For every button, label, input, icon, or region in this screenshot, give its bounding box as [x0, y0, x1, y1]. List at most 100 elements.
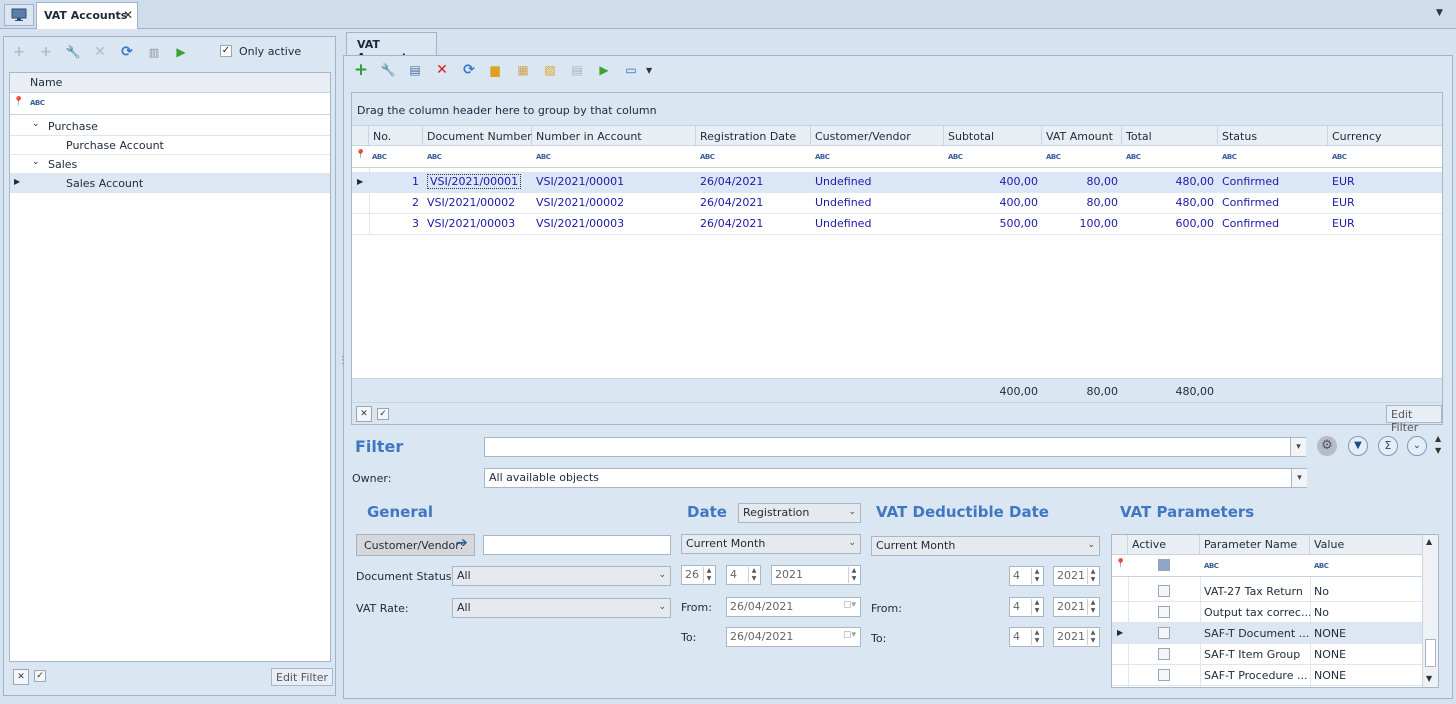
- funnel-icon[interactable]: ▼: [1348, 436, 1368, 456]
- column-header[interactable]: Customer/Vendor: [815, 130, 911, 143]
- column-header[interactable]: VAT Amount: [1046, 130, 1113, 143]
- table-row[interactable]: SAF-T Procedure ... NONE: [1112, 665, 1422, 686]
- window-tab[interactable]: VAT Accounts ✕: [36, 2, 138, 29]
- vat-deductible-period-select[interactable]: Current Month ⌄: [871, 536, 1100, 556]
- vat-deductible-month-spinner[interactable]: 4 ▲ ▼: [1009, 566, 1044, 586]
- vat-params-scrollbar[interactable]: ▲ ▼: [1422, 535, 1438, 687]
- chevron-down-icon[interactable]: ▼: [1436, 8, 1443, 18]
- only-active-checkbox[interactable]: ✓: [220, 45, 232, 57]
- clear-filter-icon[interactable]: ✕: [13, 669, 29, 685]
- export-icon[interactable]: ▭: [622, 61, 640, 79]
- date-day-spinner[interactable]: 26 ▲ ▼: [681, 565, 716, 585]
- main-tab[interactable]: VAT Accounts: [346, 32, 437, 64]
- customer-vendor-input[interactable]: [483, 535, 671, 555]
- spinner-arrows-icon[interactable]: ▲ ▼: [1031, 629, 1042, 645]
- close-icon[interactable]: ✕: [123, 8, 133, 22]
- spinner-arrows-icon[interactable]: ▲ ▼: [1031, 568, 1042, 584]
- column-header[interactable]: Active: [1132, 538, 1166, 551]
- spinner-arrows-icon[interactable]: ▲ ▼: [703, 567, 714, 583]
- spinner-arrows-icon[interactable]: ▲ ▼: [1087, 568, 1098, 584]
- print-icon[interactable]: ▤: [568, 61, 586, 79]
- scroll-up-icon[interactable]: ▲: [1435, 434, 1441, 443]
- table-row[interactable]: 2 VSI/2021/00002 VSI/2021/00002 26/04/20…: [352, 193, 1442, 214]
- tree-row-purchase-account[interactable]: Purchase Account: [10, 136, 330, 155]
- edit-filter-button[interactable]: Edit Filter: [271, 668, 334, 686]
- open-icon[interactable]: ▤: [406, 61, 424, 79]
- table-row[interactable]: SAF-T Item Group NONE: [1112, 644, 1422, 665]
- monitor-icon[interactable]: [4, 4, 34, 26]
- chevron-down-icon[interactable]: ▼: [646, 66, 652, 75]
- column-header[interactable]: Subtotal: [948, 130, 994, 143]
- collapse-icon[interactable]: ⌄: [1407, 436, 1427, 456]
- spinner-arrows-icon[interactable]: ▲ ▼: [1031, 599, 1042, 615]
- spinner-arrows-icon[interactable]: ▲ ▼: [848, 567, 859, 583]
- apply-filter-icon[interactable]: ✓: [377, 408, 389, 420]
- document-status-select[interactable]: All ⌄: [452, 566, 671, 586]
- apply-filter-icon[interactable]: ✓: [34, 670, 46, 682]
- tree-row-sales-account[interactable]: ▶ Sales Account: [10, 174, 330, 193]
- expand-icon[interactable]: ⌄: [32, 157, 40, 167]
- table-row[interactable]: Output tax correc... No: [1112, 602, 1422, 623]
- active-checkbox[interactable]: [1158, 627, 1170, 639]
- edit-icon[interactable]: 🔧: [379, 61, 397, 79]
- column-header[interactable]: Value: [1314, 538, 1344, 551]
- date-from-picker[interactable]: 26/04/2021 ▢▾: [726, 597, 861, 617]
- run-icon[interactable]: ▶: [172, 43, 190, 61]
- column-header[interactable]: Status: [1222, 130, 1257, 143]
- spinner-arrows-icon[interactable]: ▲ ▼: [1087, 599, 1098, 615]
- refresh-icon[interactable]: ⟳: [460, 61, 478, 79]
- owner-select[interactable]: All available objects ▾: [484, 468, 1307, 488]
- vat-deductible-to-month[interactable]: 4 ▲ ▼: [1009, 627, 1044, 647]
- active-checkbox[interactable]: [1158, 669, 1170, 681]
- column-header[interactable]: Currency: [1332, 130, 1382, 143]
- table-row[interactable]: ▶ SAF-T Document ... NONE: [1112, 623, 1422, 644]
- tree-filter-row[interactable]: 📍 ABC: [10, 93, 330, 115]
- column-header[interactable]: Total: [1126, 130, 1152, 143]
- column-header[interactable]: Parameter Name: [1204, 538, 1297, 551]
- table-row[interactable]: VAT-27 Tax Return No: [1112, 581, 1422, 602]
- add-icon[interactable]: +: [352, 60, 370, 80]
- active-checkbox[interactable]: [1158, 648, 1170, 660]
- run-icon[interactable]: ▶: [595, 61, 613, 79]
- column-header[interactable]: Document Number: [427, 130, 532, 143]
- tree-row-purchase[interactable]: ⌄ Purchase: [10, 117, 330, 136]
- active-checkbox[interactable]: [1158, 606, 1170, 618]
- spinner-arrows-icon[interactable]: ▲ ▼: [1087, 629, 1098, 645]
- chevron-down-icon[interactable]: ▾: [1291, 469, 1307, 487]
- add-child-icon[interactable]: +: [37, 43, 55, 61]
- vat-deductible-year-spinner[interactable]: 2021 ▲ ▼: [1053, 566, 1100, 586]
- group-by-panel[interactable]: Drag the column header here to group by …: [352, 93, 1442, 126]
- vat-deductible-from-year[interactable]: 2021 ▲ ▼: [1053, 597, 1100, 617]
- delete-icon[interactable]: ✕: [433, 61, 451, 79]
- date-type-select[interactable]: Registration ⌄: [738, 503, 861, 523]
- date-year-spinner[interactable]: 2021 ▲ ▼: [771, 565, 861, 585]
- spinner-arrows-icon[interactable]: ▲ ▼: [748, 567, 759, 583]
- delete-icon[interactable]: ✕: [91, 43, 109, 61]
- sum-icon[interactable]: Σ: [1378, 436, 1398, 456]
- date-period-select[interactable]: Current Month ⌄: [681, 534, 861, 554]
- table-row[interactable]: 3 VSI/2021/00003 VSI/2021/00003 26/04/20…: [352, 214, 1442, 235]
- scroll-up-icon[interactable]: ▲: [1426, 537, 1432, 546]
- tree-row-sales[interactable]: ⌄ Sales: [10, 155, 330, 174]
- grid-filter-row[interactable]: 📍 ABC ABC ABC ABC ABC ABC ABC ABC ABC AB…: [352, 146, 1442, 168]
- vat-params-filter-row[interactable]: 📍 ABC ABC: [1112, 555, 1422, 577]
- settings-icon[interactable]: ⚙: [1317, 436, 1337, 456]
- column-header[interactable]: Number in Account: [536, 130, 642, 143]
- hierarchy-icon[interactable]: ▥: [145, 43, 163, 61]
- active-filter-checkbox[interactable]: [1158, 559, 1170, 571]
- add-icon[interactable]: +: [10, 43, 28, 61]
- scroll-down-icon[interactable]: ▼: [1426, 674, 1432, 683]
- vat-deductible-to-year[interactable]: 2021 ▲ ▼: [1053, 627, 1100, 647]
- calendar-icon[interactable]: ▢▾: [843, 600, 856, 610]
- vat-deductible-from-month[interactable]: 4 ▲ ▼: [1009, 597, 1044, 617]
- document-image-icon[interactable]: ▧: [541, 61, 559, 79]
- table-row[interactable]: ▶ 1 VSI/2021/00001 VSI/2021/00001 26/04/…: [352, 172, 1442, 193]
- vat-rate-select[interactable]: All ⌄: [452, 598, 671, 618]
- date-to-picker[interactable]: 26/04/2021 ▢▾: [726, 627, 861, 647]
- scrollbar-thumb[interactable]: [1425, 639, 1436, 667]
- column-header[interactable]: No.: [373, 130, 391, 143]
- chevron-down-icon[interactable]: ▾: [1290, 438, 1306, 456]
- refresh-icon[interactable]: ⟳: [118, 43, 136, 61]
- calendar-icon[interactable]: ▢▾: [843, 630, 856, 640]
- clear-filter-icon[interactable]: ✕: [356, 406, 372, 422]
